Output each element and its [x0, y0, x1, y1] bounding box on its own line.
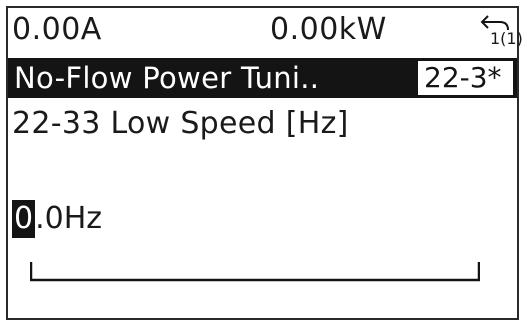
parameter-group-header: No-Flow Power Tuni.. 22-3*: [8, 58, 517, 98]
current-readout: 0.00A: [12, 12, 102, 47]
param-group-code: 22-3*: [424, 61, 502, 94]
power-readout: 0.00kW: [270, 12, 387, 47]
value-range-bracket: [30, 262, 480, 282]
edit-cursor-digit[interactable]: 0: [12, 200, 36, 238]
status-line: 0.00A 0.00kW 1(1): [12, 10, 523, 50]
group-title: No-Flow Power Tuni..: [14, 61, 320, 95]
parameter-name: 22-33 Low Speed [Hz]: [12, 106, 349, 141]
menu-number: 1(1): [490, 29, 523, 48]
menu-return-icon[interactable]: 1(1): [478, 12, 523, 50]
lcp-display: 0.00A 0.00kW 1(1) No-Flow Power Tuni.. 2…: [0, 0, 527, 328]
param-group-badge: 22-3*: [418, 61, 513, 95]
value-remainder: .0Hz: [35, 201, 103, 236]
parameter-value[interactable]: 0.0Hz: [12, 198, 102, 240]
